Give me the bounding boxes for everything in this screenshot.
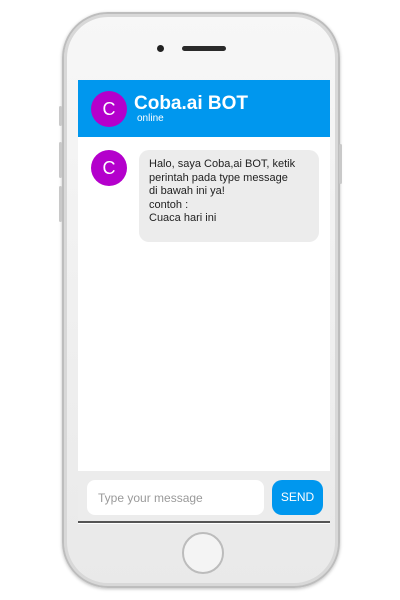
- message-input[interactable]: [87, 480, 264, 515]
- bot-name: Coba.ai BOT: [134, 93, 249, 114]
- bot-message-bubble: Halo, saya Coba,ai BOT, ketik perintah p…: [139, 150, 319, 242]
- message-line: perintah pada type message: [149, 171, 288, 184]
- chat-screen: C Coba.ai BOT online C Halo, saya Coba,a…: [78, 80, 330, 524]
- front-camera-icon: [157, 45, 164, 52]
- chat-header: C Coba.ai BOT online: [78, 80, 330, 137]
- volume-down-button: [59, 186, 62, 222]
- message-avatar: C: [91, 150, 127, 186]
- send-button[interactable]: SEND: [272, 480, 323, 515]
- bot-status: online: [137, 113, 164, 124]
- message-line: Cuaca hari ini: [149, 212, 217, 224]
- home-button-icon[interactable]: [182, 532, 224, 574]
- bot-avatar: C: [91, 91, 127, 127]
- message-line: contoh :: [149, 198, 189, 211]
- message-line: di bawah ini ya!: [149, 185, 225, 197]
- power-button: [339, 144, 342, 184]
- phone-frame: C Coba.ai BOT online C Halo, saya Coba,a…: [59, 12, 342, 588]
- message-line: Halo, saya Coba,ai BOT, ketik: [149, 158, 296, 170]
- mute-switch: [59, 106, 62, 126]
- message-composer: SEND: [78, 471, 330, 523]
- speaker-grille-icon: [182, 46, 226, 51]
- volume-up-button: [59, 142, 62, 178]
